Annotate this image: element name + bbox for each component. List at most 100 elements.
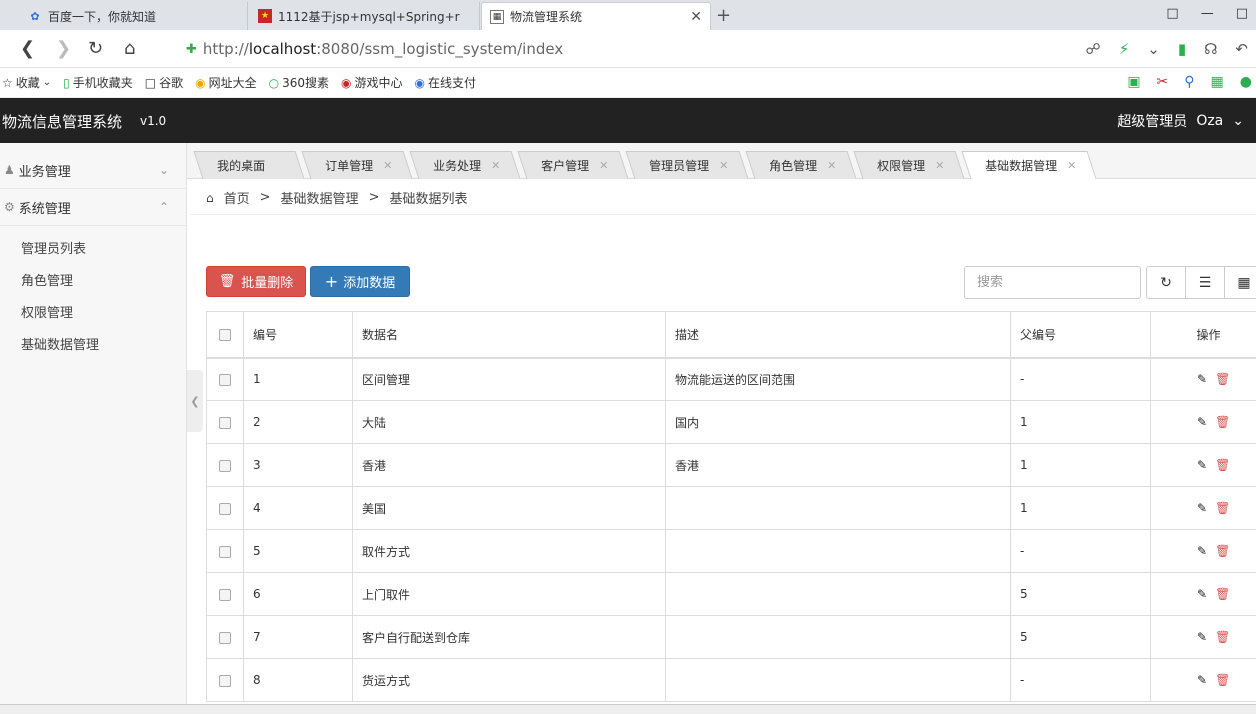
share-icon[interactable]: ☍ bbox=[1086, 40, 1101, 58]
cell-name: 香港 bbox=[352, 443, 666, 487]
bookmark-sites[interactable]: ◉ 网址大全 bbox=[195, 74, 257, 91]
new-tab-icon[interactable]: + bbox=[716, 5, 731, 26]
translate-icon[interactable]: ▣ bbox=[1127, 74, 1140, 90]
shirt-icon[interactable]: □ bbox=[1166, 6, 1178, 21]
breadcrumb-home[interactable]: 首页 bbox=[224, 188, 250, 207]
sidebar-item-basic-data[interactable]: 基础数据管理 bbox=[21, 334, 99, 353]
bookmark-pay[interactable]: ◉ 在线支付 bbox=[415, 74, 477, 91]
red-square-icon: ★ bbox=[258, 9, 272, 23]
cell-parent: - bbox=[1010, 357, 1151, 401]
tab-orders[interactable]: 订单管理 ✕ bbox=[301, 151, 413, 179]
browser-tab-logistics[interactable]: ▦ 物流管理系统 ✕ bbox=[481, 2, 711, 30]
select-all-cell bbox=[206, 311, 244, 359]
batch-delete-button[interactable]: 🗑 批量删除 bbox=[206, 266, 306, 297]
column-header-parent[interactable]: 父编号 bbox=[1010, 311, 1151, 359]
edit-icon[interactable]: ✎ bbox=[1197, 372, 1207, 386]
row-checkbox[interactable] bbox=[219, 631, 231, 644]
close-icon[interactable]: ✕ bbox=[599, 159, 608, 172]
trash-icon[interactable]: 🗑 bbox=[1215, 372, 1230, 386]
row-checkbox[interactable] bbox=[219, 459, 231, 472]
edit-icon[interactable]: ✎ bbox=[1197, 415, 1207, 429]
select-all-checkbox[interactable] bbox=[219, 328, 231, 341]
trash-icon[interactable]: 🗑 bbox=[1215, 673, 1230, 687]
bookmark-mobile[interactable]: ▯ 手机收藏夹 bbox=[63, 74, 133, 91]
close-icon[interactable]: ✕ bbox=[719, 159, 728, 172]
tab-business[interactable]: 业务处理 ✕ bbox=[409, 151, 521, 179]
close-icon[interactable]: ✕ bbox=[383, 159, 392, 172]
row-checkbox[interactable] bbox=[219, 674, 231, 687]
tab-basic-data[interactable]: 基础数据管理 ✕ bbox=[961, 151, 1097, 179]
trash-icon[interactable]: 🗑 bbox=[1215, 458, 1230, 472]
sidebar-item-permissions[interactable]: 权限管理 bbox=[21, 302, 73, 321]
wallet-icon[interactable]: ● bbox=[1240, 74, 1252, 90]
url-field[interactable]: ✚ http:// localhost :8080/ssm_logistic_s… bbox=[186, 40, 563, 58]
maximize-icon[interactable]: □ bbox=[1236, 6, 1248, 21]
refresh-icon[interactable]: ↻ bbox=[88, 38, 103, 59]
undo-icon[interactable]: ↶ bbox=[1235, 40, 1248, 58]
content-tabs: 我的桌面 订单管理 ✕ 业务处理 ✕ 客户管理 ✕ 管理员管理 ✕ 角色管理 ✕ 权限管理… bbox=[187, 143, 1256, 179]
home-icon[interactable]: ⌂ bbox=[124, 38, 135, 59]
sidebar-group-system[interactable]: ⚙ 系统管理 ⌃ bbox=[0, 189, 187, 226]
back-icon[interactable]: ❮ bbox=[20, 38, 35, 59]
breadcrumb-section[interactable]: 基础数据管理 bbox=[281, 188, 359, 207]
user-menu[interactable]: 超级管理员 Oza ⌄ bbox=[1117, 111, 1244, 131]
forward-icon[interactable]: ❯ bbox=[56, 38, 71, 59]
sidebar-item-roles[interactable]: 角色管理 bbox=[21, 270, 73, 289]
browser-tab-baidu[interactable]: ✿ 百度一下，你就知道 bbox=[20, 2, 248, 30]
tab-roles[interactable]: 角色管理 ✕ bbox=[745, 151, 857, 179]
close-icon[interactable]: ✕ bbox=[827, 159, 836, 172]
bolt-icon[interactable]: ⚡ bbox=[1119, 40, 1130, 58]
row-checkbox[interactable] bbox=[219, 416, 231, 429]
trash-icon[interactable]: 🗑 bbox=[1215, 544, 1230, 558]
edit-icon[interactable]: ✎ bbox=[1197, 458, 1207, 472]
row-checkbox[interactable] bbox=[219, 373, 231, 386]
battery-icon[interactable]: ▮ bbox=[1178, 40, 1186, 58]
cell-desc bbox=[665, 529, 1011, 573]
close-icon[interactable]: ✕ bbox=[491, 159, 500, 172]
sidebar-item-admin-list[interactable]: 管理员列表 bbox=[21, 238, 86, 257]
trash-icon[interactable]: 🗑 bbox=[1215, 630, 1230, 644]
bookmark-favorites[interactable]: ☆ 收藏 ⌄ bbox=[2, 74, 51, 91]
tab-permissions[interactable]: 权限管理 ✕ bbox=[853, 151, 965, 179]
browser-tab-project[interactable]: ★ 1112基于jsp+mysql+Spring+r bbox=[250, 2, 480, 30]
tab-customers[interactable]: 客户管理 ✕ bbox=[517, 151, 629, 179]
bookmark-360[interactable]: ○ 360搜素 bbox=[269, 74, 329, 91]
close-icon[interactable]: ✕ bbox=[1067, 159, 1076, 172]
row-checkbox[interactable] bbox=[219, 502, 231, 515]
column-header-name[interactable]: 数据名 bbox=[352, 311, 666, 359]
row-checkbox[interactable] bbox=[219, 588, 231, 601]
chevron-down-icon[interactable]: ⌄ bbox=[1147, 40, 1160, 58]
trash-icon[interactable]: 🗑 bbox=[1215, 415, 1230, 429]
breadcrumb: ⌂ 首页 > 基础数据管理 > 基础数据列表 bbox=[206, 188, 467, 207]
close-icon[interactable]: ✕ bbox=[682, 9, 702, 25]
scissors-icon[interactable]: ✂ bbox=[1157, 74, 1169, 90]
toggle-view-button[interactable]: ☰ bbox=[1185, 266, 1225, 299]
minimize-icon[interactable]: — bbox=[1201, 6, 1214, 21]
bookmark-google[interactable]: □ 谷歌 bbox=[145, 74, 183, 91]
trash-icon[interactable]: 🗑 bbox=[1215, 587, 1230, 601]
columns-button[interactable]: ▦ bbox=[1224, 266, 1256, 299]
gamepad-icon[interactable]: ▦ bbox=[1211, 74, 1224, 90]
refresh-button[interactable]: ↻ bbox=[1146, 266, 1186, 299]
edit-icon[interactable]: ✎ bbox=[1197, 673, 1207, 687]
sidebar-group-business[interactable]: ♟ 业务管理 ⌄ bbox=[0, 152, 187, 189]
row-checkbox[interactable] bbox=[219, 545, 231, 558]
search-input[interactable] bbox=[964, 266, 1141, 299]
add-data-button[interactable]: + 添加数据 bbox=[310, 266, 410, 297]
edit-icon[interactable]: ✎ bbox=[1197, 630, 1207, 644]
close-icon[interactable]: ✕ bbox=[935, 159, 944, 172]
column-header-id[interactable]: 编号 bbox=[243, 311, 353, 359]
tab-desktop[interactable]: 我的桌面 bbox=[193, 151, 305, 179]
edit-icon[interactable]: ✎ bbox=[1197, 544, 1207, 558]
edit-icon[interactable]: ✎ bbox=[1197, 501, 1207, 515]
sidebar-collapse-handle[interactable]: ❮ bbox=[187, 370, 203, 432]
chevron-up-icon: ⌃ bbox=[158, 200, 169, 214]
cell-name: 取件方式 bbox=[352, 529, 666, 573]
headphones-icon[interactable]: ☊ bbox=[1204, 40, 1217, 58]
trash-icon[interactable]: 🗑 bbox=[1215, 501, 1230, 515]
column-header-desc[interactable]: 描述 bbox=[665, 311, 1011, 359]
edit-icon[interactable]: ✎ bbox=[1197, 587, 1207, 601]
bookmark-games[interactable]: ◉ 游戏中心 bbox=[341, 74, 403, 91]
search-icon[interactable]: ⚲ bbox=[1184, 74, 1194, 90]
tab-admins[interactable]: 管理员管理 ✕ bbox=[625, 151, 749, 179]
